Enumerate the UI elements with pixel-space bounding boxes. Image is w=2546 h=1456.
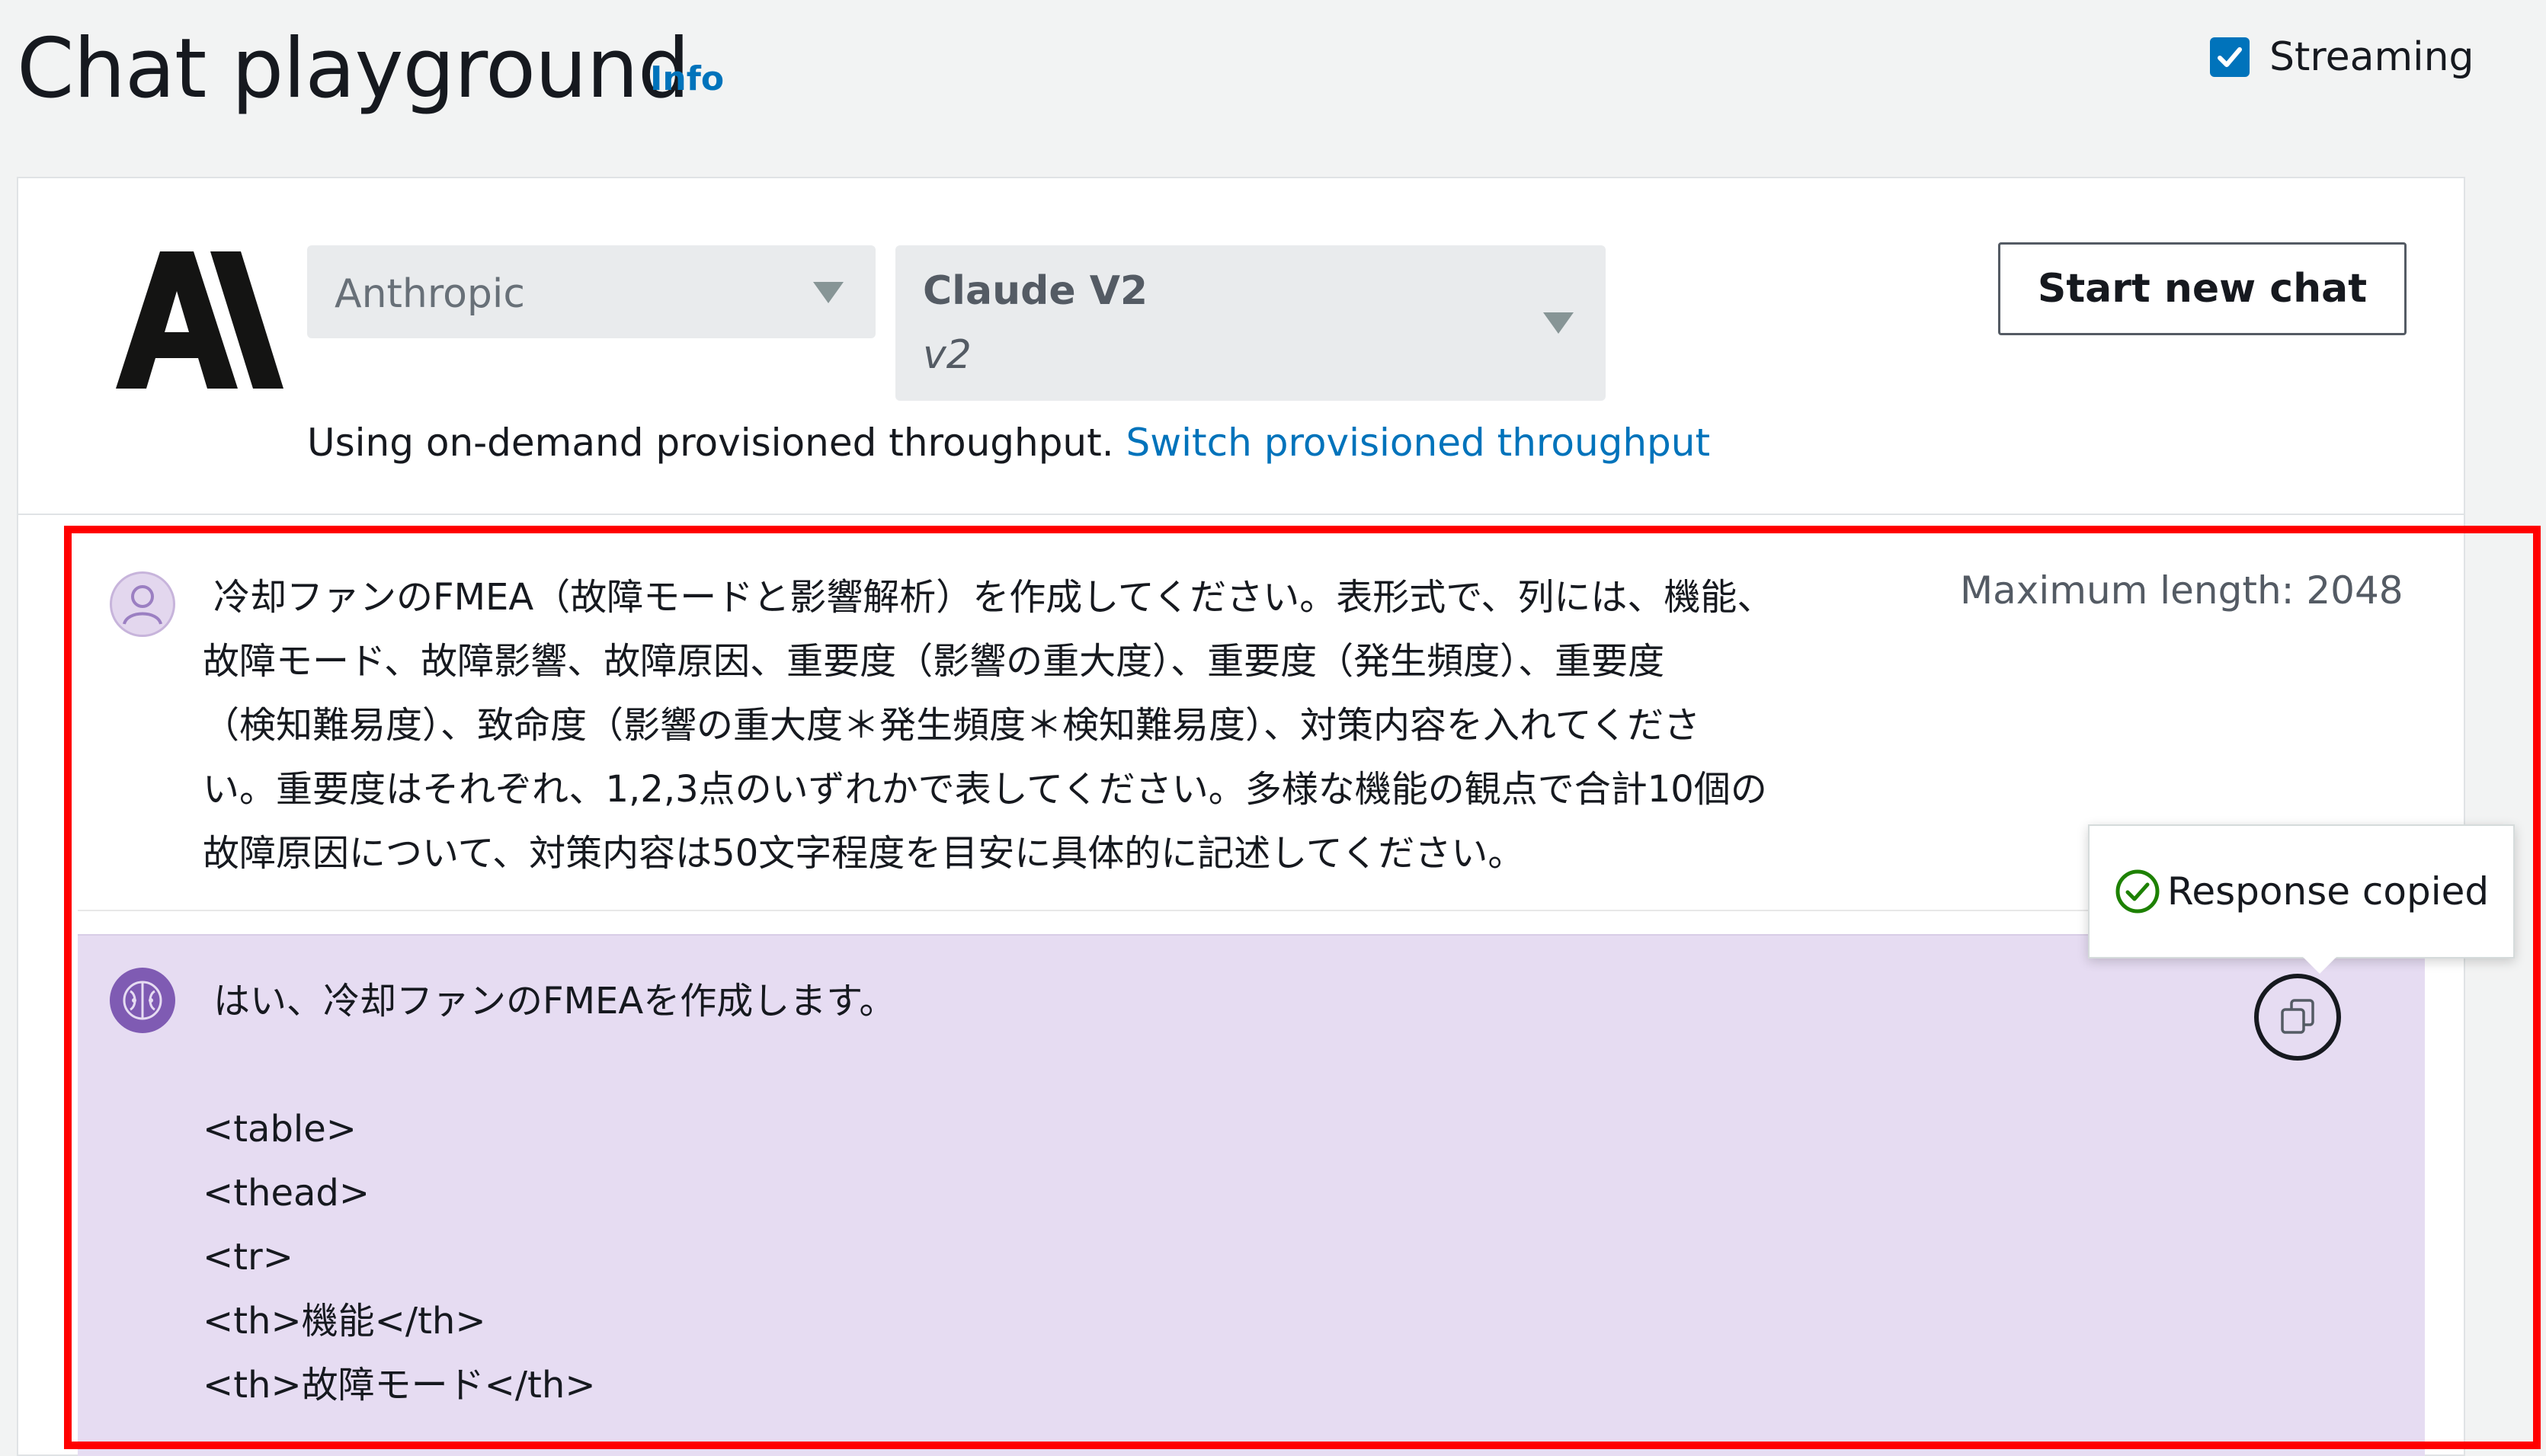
bot-message-line: <table>: [203, 1108, 357, 1150]
info-link[interactable]: Info: [650, 59, 724, 98]
provider-select-value: Anthropic: [335, 271, 525, 317]
copy-response-button[interactable]: [2254, 974, 2341, 1061]
user-message-line: 故障原因について、対策内容は50文字程度を目安に具体的に記述してください。: [203, 832, 1525, 875]
throughput-text: Using on-demand provisioned throughput.: [307, 421, 1126, 465]
max-length-label: Maximum length: 2048: [1960, 568, 2403, 613]
bot-message-line: <th>故障モード</th>: [203, 1364, 596, 1406]
bot-message-text: はい、冷却ファンのFMEAを作成します。 <table> <thead> <tr…: [203, 969, 895, 1417]
start-new-chat-button[interactable]: Start new chat: [1998, 242, 2407, 335]
response-copied-tooltip: Response copied: [2088, 824, 2515, 974]
bot-message-line: <th>機能</th>: [203, 1300, 486, 1342]
bot-avatar: [110, 968, 175, 1033]
user-icon: [123, 585, 162, 625]
bot-message-line: [203, 1033, 895, 1097]
bot-message-line: はい、冷却ファンのFMEAを作成します。: [213, 980, 896, 1022]
bot-message-line: <thead>: [203, 1172, 370, 1214]
streaming-label: Streaming: [2269, 34, 2474, 80]
throughput-info: Using on-demand provisioned throughput. …: [307, 421, 1710, 465]
checkmark-icon: [2218, 47, 2242, 67]
copy-icon: [2281, 999, 2314, 1034]
divider: [18, 514, 2464, 515]
model-config: Anthropic Claude V2 v2 Start new chat Us…: [18, 178, 2464, 514]
anthropic-logo-icon: [116, 251, 283, 389]
user-message: 冷却ファンのFMEA（故障モードと影響解析）を作成してください。表形式で、列には…: [78, 538, 2425, 911]
caret-down-icon: [813, 282, 844, 303]
playground-panel: Anthropic Claude V2 v2 Start new chat Us…: [17, 177, 2465, 1456]
model-version: v2: [923, 332, 972, 378]
user-message-line: 冷却ファンのFMEA（故障モードと影響解析）を作成してください。表形式で、列には…: [213, 576, 1774, 619]
model-select[interactable]: Claude V2 v2: [895, 245, 1606, 401]
user-message-line: （検知難易度）、致命度（影響の重大度＊発生頻度＊検知難易度）、対策内容を入れてく…: [203, 704, 1701, 747]
provider-select[interactable]: Anthropic: [307, 245, 876, 338]
brain-icon: [123, 981, 162, 1020]
user-message-text: 冷却ファンのFMEA（故障モードと影響解析）を作成してください。表形式で、列には…: [203, 565, 1994, 885]
streaming-toggle[interactable]: Streaming: [2210, 30, 2474, 84]
streaming-checkbox[interactable]: [2210, 37, 2250, 77]
caret-down-icon: [1543, 312, 1574, 334]
user-message-line: 故障モード、故障影響、故障原因、重要度（影響の重大度）、重要度（発生頻度）、重要…: [203, 640, 1665, 683]
success-check-icon: [2115, 869, 2160, 914]
tooltip-text: Response copied: [2167, 869, 2490, 914]
bot-message: はい、冷却ファンのFMEAを作成します。 <table> <thead> <tr…: [78, 934, 2425, 1456]
page-title: Chat playground: [17, 21, 690, 117]
model-select-value: Claude V2: [923, 268, 1148, 314]
user-avatar: [110, 571, 175, 637]
bot-message-line: <tr>: [203, 1236, 293, 1278]
chat-area: 冷却ファンのFMEA（故障モードと影響解析）を作成してください。表形式で、列には…: [78, 538, 2425, 1456]
user-message-line: い。重要度はそれぞれ、1,2,3点のいずれかで表してください。多様な機能の観点で…: [203, 768, 1767, 811]
switch-throughput-link[interactable]: Switch provisioned throughput: [1126, 421, 1711, 465]
